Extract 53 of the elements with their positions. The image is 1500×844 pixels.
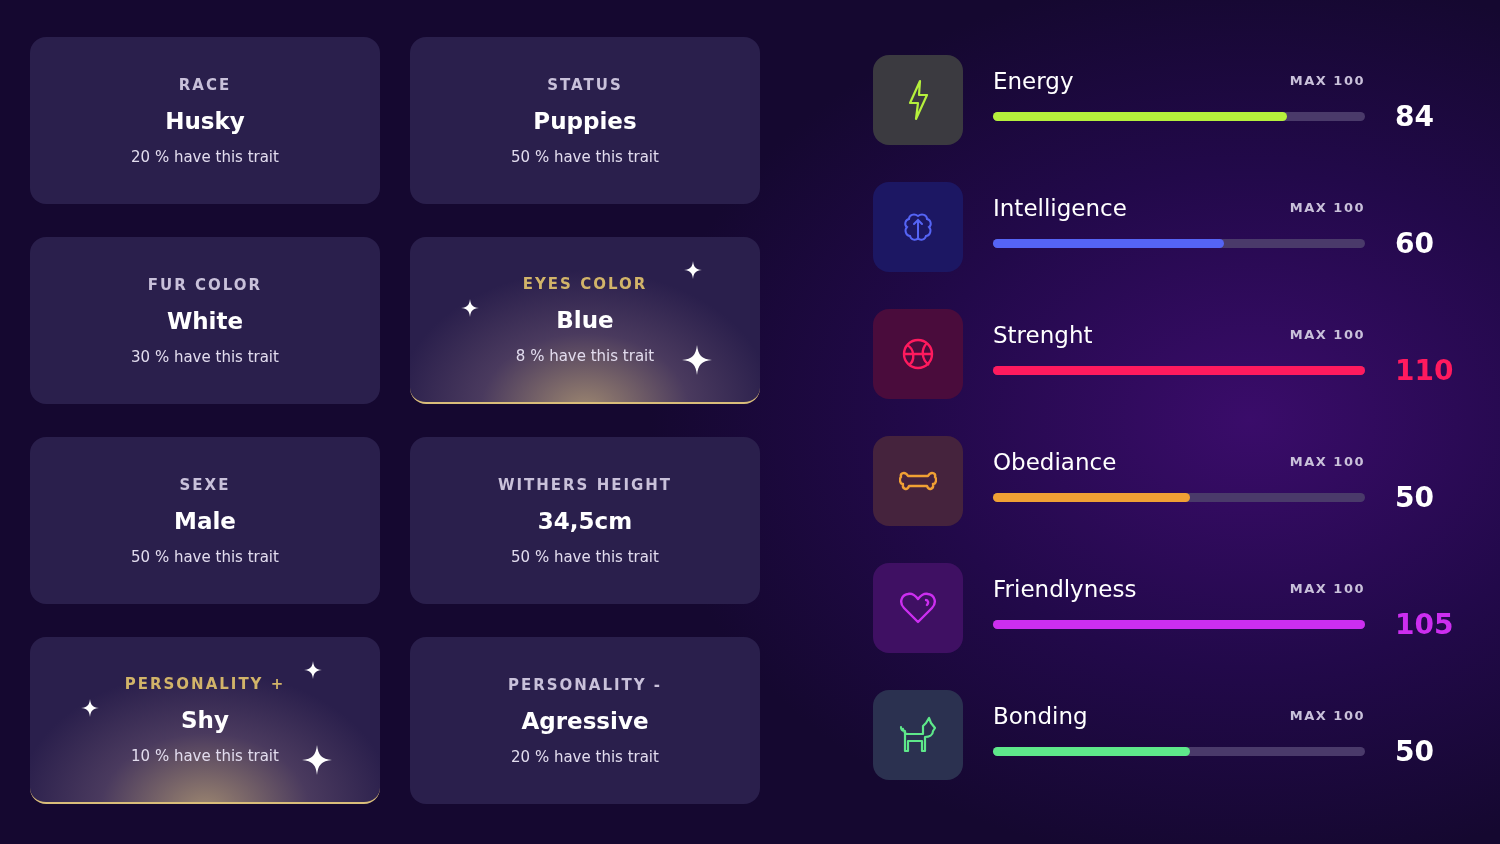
trait-label: STATUS	[547, 75, 623, 94]
stat-value: 110	[1395, 353, 1454, 387]
trait-share: 8 % have this trait	[515, 346, 655, 365]
stat-max: MAX 100	[1289, 200, 1365, 215]
ball-icon	[901, 337, 935, 371]
sparkle-icon	[302, 745, 332, 775]
trait-label: WITHERS HEIGHT	[497, 475, 673, 494]
trait-value: Male	[174, 507, 236, 534]
trait-label: EYES COLOR	[522, 274, 648, 293]
stat-name: Bonding	[993, 702, 1088, 729]
trait-value: 34,5cm	[537, 507, 633, 534]
trait-share: 50 % have this trait	[131, 547, 279, 566]
sparkle-icon	[682, 345, 712, 375]
sparkle-icon	[304, 661, 322, 679]
stat-max: MAX 100	[1289, 454, 1365, 469]
trait-share: 50 % have this trait	[511, 547, 659, 566]
stat-name: Energy	[993, 67, 1074, 94]
stat-max: MAX 100	[1289, 581, 1365, 596]
stat-name: Obediance	[993, 448, 1117, 475]
heart-icon	[899, 591, 937, 625]
trait-share: 20 % have this trait	[511, 747, 659, 766]
trait-share: 50 % have this trait	[511, 147, 659, 166]
trait-value: Husky	[165, 107, 245, 134]
sparkle-icon	[81, 699, 99, 717]
trait-label: SEXE	[179, 475, 231, 494]
stat-name: Friendlyness	[993, 575, 1137, 602]
stat-max: MAX 100	[1289, 327, 1365, 342]
trait-value: Agressive	[521, 707, 649, 734]
trait-share: 20 % have this trait	[131, 147, 279, 166]
trait-value: Puppies	[533, 107, 637, 134]
stat-name: Strenght	[993, 321, 1093, 348]
trait-value: Blue	[556, 306, 614, 333]
trait-share: 10 % have this trait	[131, 746, 279, 765]
sparkle-icon	[684, 261, 702, 279]
stat-max: MAX 100	[1289, 708, 1365, 723]
dog-icon	[898, 715, 938, 755]
stat-value: 105	[1395, 607, 1454, 641]
trait-value: White	[166, 307, 244, 334]
trait-share: 30 % have this trait	[131, 347, 279, 366]
stat-value: 84	[1395, 99, 1434, 133]
stat-value: 60	[1395, 226, 1434, 260]
bone-icon	[899, 470, 937, 492]
stat-max: MAX 100	[1289, 73, 1365, 88]
brain-icon	[902, 211, 934, 243]
sparkle-icon	[461, 299, 479, 317]
trait-label: PERSONALITY +	[124, 674, 286, 693]
stat-name: Intelligence	[993, 194, 1127, 221]
trait-value: Shy	[181, 706, 229, 733]
stat-value: 50	[1395, 480, 1434, 514]
stat-value: 50	[1395, 734, 1434, 768]
trait-label: FUR COLOR	[147, 275, 263, 294]
trait-label: RACE	[178, 75, 232, 94]
trait-label: PERSONALITY -	[507, 675, 663, 694]
